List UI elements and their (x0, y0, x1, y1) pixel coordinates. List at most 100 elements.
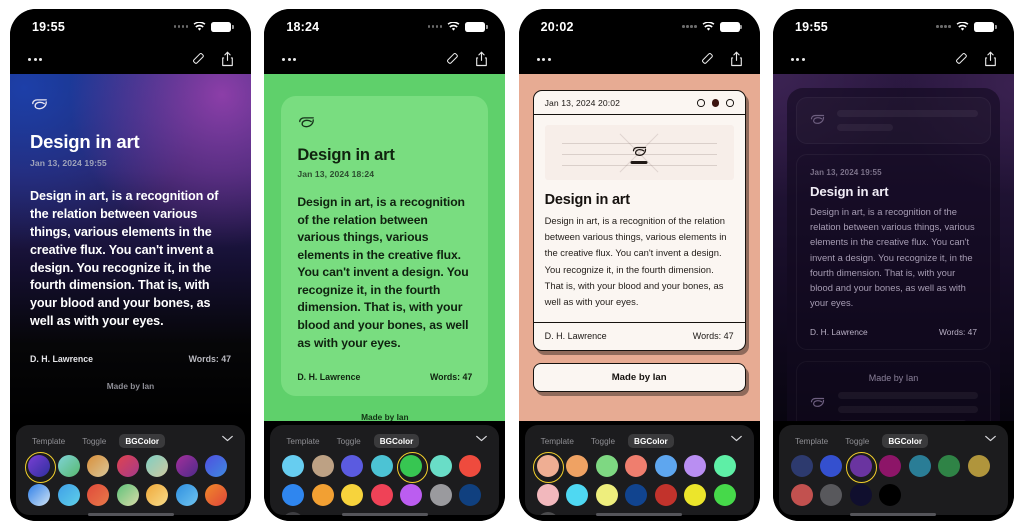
tab-toggle[interactable]: Toggle (587, 434, 619, 448)
note-canvas: Jan 13, 2024 20:02 Design in art Design … (518, 74, 760, 421)
swatch-light-green[interactable] (595, 455, 618, 477)
swatch-magenta[interactable] (879, 455, 902, 477)
tab-template[interactable]: Template (537, 434, 578, 448)
share-icon[interactable] (730, 51, 744, 67)
swatch-lavender[interactable] (684, 455, 707, 477)
tab-toggle[interactable]: Toggle (841, 434, 873, 448)
swatch-mint-sand-gradient[interactable] (146, 455, 168, 477)
eraser-icon[interactable] (700, 51, 714, 67)
chevron-down-icon[interactable] (730, 435, 742, 442)
swatch-blue-white-gradient[interactable] (28, 483, 50, 506)
chevron-down-icon[interactable] (985, 435, 996, 442)
swatch-crimson[interactable] (370, 483, 393, 506)
share-icon[interactable] (475, 51, 489, 67)
swatch-red-orange-gradient[interactable] (87, 483, 109, 506)
swatch-dusty-red[interactable] (790, 483, 813, 506)
swatch-violet[interactable] (400, 483, 423, 506)
swatch-sky-blue-gradient[interactable] (57, 483, 80, 506)
swatch-dark-navy[interactable] (790, 455, 813, 477)
swatch-peach[interactable] (533, 451, 565, 483)
panel-tabs: Template Toggle BGColor (791, 434, 998, 448)
swatch-dark-gold[interactable] (967, 455, 990, 477)
swatch-bright-yellow[interactable] (684, 483, 707, 506)
more-icon[interactable] (28, 57, 42, 61)
swatch-midnight[interactable] (849, 483, 872, 506)
more-icon[interactable] (790, 57, 805, 61)
control-panel: Template Toggle BGColor (270, 425, 500, 515)
swatch-deep-blue[interactable] (625, 483, 648, 506)
more-icon[interactable] (536, 57, 551, 61)
note-canvas: Design in art Jan 13, 2024 18:24 Design … (264, 74, 506, 421)
swatch-purple[interactable] (846, 451, 878, 483)
swatch-gray[interactable] (429, 483, 452, 506)
swatch-dark-gray[interactable] (282, 512, 305, 515)
window-dots[interactable] (697, 99, 734, 107)
note-title: Design in art (30, 131, 140, 152)
swatch-gray[interactable] (820, 483, 843, 506)
status-indicators (173, 21, 234, 32)
eraser-icon[interactable] (191, 51, 205, 67)
swatch-cyan[interactable] (566, 483, 589, 506)
swatch-indigo-blue-gradient[interactable] (205, 455, 227, 477)
swatch-black[interactable] (879, 483, 902, 506)
tab-bgcolor[interactable]: BGColor (628, 434, 674, 448)
tab-template[interactable]: Template (791, 434, 832, 448)
swatch-purple-blue-gradient[interactable] (24, 451, 56, 483)
swatch-light-blue[interactable] (282, 455, 305, 477)
swatch-yellow-gradient[interactable] (146, 483, 168, 506)
chevron-down-icon[interactable] (222, 435, 233, 442)
note-date: Jan 13, 2024 18:24 (297, 169, 375, 179)
swatch-red[interactable] (459, 455, 482, 477)
swatch-teal-dark[interactable] (908, 455, 931, 477)
made-by-button[interactable]: Made by Ian (532, 363, 746, 393)
share-icon[interactable] (984, 51, 998, 67)
swatch-forest-green[interactable] (938, 455, 961, 477)
tab-bgcolor[interactable]: BGColor (882, 434, 929, 448)
swatch-tan[interactable] (311, 455, 334, 477)
swatch-grass-green[interactable] (713, 483, 736, 506)
swatch-indigo[interactable] (341, 455, 364, 477)
swatch-orange-red-gradient[interactable] (205, 483, 227, 506)
swatch-cornflower[interactable] (654, 455, 677, 477)
swatch-magenta-purple-gradient[interactable] (175, 455, 198, 477)
swatch-green-cream-gradient[interactable] (116, 483, 139, 506)
swatch-pink[interactable] (536, 483, 559, 506)
chevron-down-icon[interactable] (476, 435, 488, 442)
tab-template[interactable]: Template (28, 434, 69, 448)
home-indicator (850, 512, 937, 516)
tab-bgcolor[interactable]: BGColor (373, 434, 420, 448)
swatch-orange[interactable] (311, 483, 334, 506)
card-header: Jan 13, 2024 20:02 (533, 91, 745, 115)
nav-bar (10, 44, 251, 74)
tab-toggle[interactable]: Toggle (333, 434, 365, 448)
panel-tabs: Template Toggle BGColor (537, 434, 744, 448)
battery-icon (211, 21, 234, 32)
swatch-spring-green[interactable] (713, 455, 736, 477)
swatch-orange-tan-gradient[interactable] (87, 455, 109, 477)
swatch-charcoal[interactable] (536, 512, 559, 515)
swatch-navy[interactable] (459, 483, 482, 506)
swatch-light-orange[interactable] (566, 455, 589, 477)
swatch-aquamarine[interactable] (429, 455, 452, 477)
tab-template[interactable]: Template (282, 434, 323, 448)
note-card: Design in art Jan 13, 2024 18:24 Design … (281, 96, 489, 397)
swatch-brick-red[interactable] (654, 483, 677, 506)
swatch-red-pink-gradient[interactable] (116, 455, 139, 477)
phone-dark-purple: 19:55 Jan 13, 2024 19:55 Design in art D… (772, 9, 1014, 521)
swatch-teal[interactable] (370, 455, 393, 477)
swatch-yellow[interactable] (341, 483, 364, 506)
share-icon[interactable] (221, 51, 235, 67)
swatch-pale-yellow[interactable] (595, 483, 618, 506)
swatch-royal-blue[interactable] (820, 455, 843, 477)
tab-bgcolor[interactable]: BGColor (119, 434, 166, 448)
swatch-azure-gradient[interactable] (175, 483, 198, 506)
note-card: Jan 13, 2024 20:02 Design in art Design … (532, 90, 746, 352)
more-icon[interactable] (282, 57, 297, 61)
swatch-blue[interactable] (282, 483, 305, 506)
swatch-teal-green-gradient[interactable] (57, 455, 80, 477)
eraser-icon[interactable] (954, 51, 968, 67)
swatch-salmon[interactable] (625, 455, 648, 477)
swatch-green[interactable] (396, 451, 428, 483)
eraser-icon[interactable] (445, 51, 459, 67)
tab-toggle[interactable]: Toggle (78, 434, 110, 448)
